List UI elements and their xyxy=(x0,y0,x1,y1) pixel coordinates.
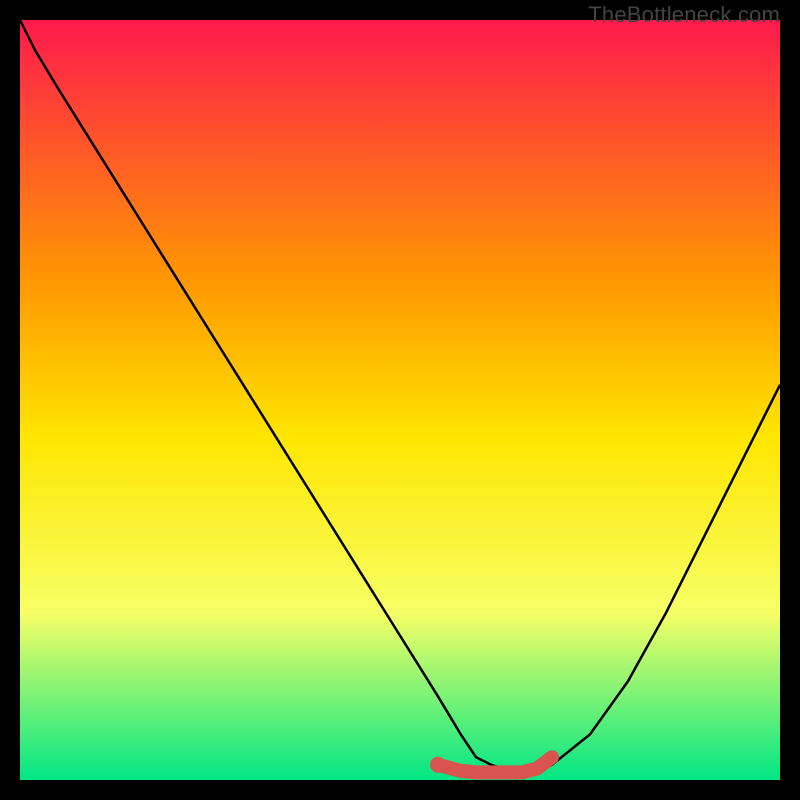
chart-frame: TheBottleneck.com xyxy=(0,0,800,800)
optimal-start-dot xyxy=(430,757,446,773)
bottleneck-chart xyxy=(20,20,780,780)
watermark-text: TheBottleneck.com xyxy=(588,2,780,28)
gradient-background xyxy=(20,20,780,780)
